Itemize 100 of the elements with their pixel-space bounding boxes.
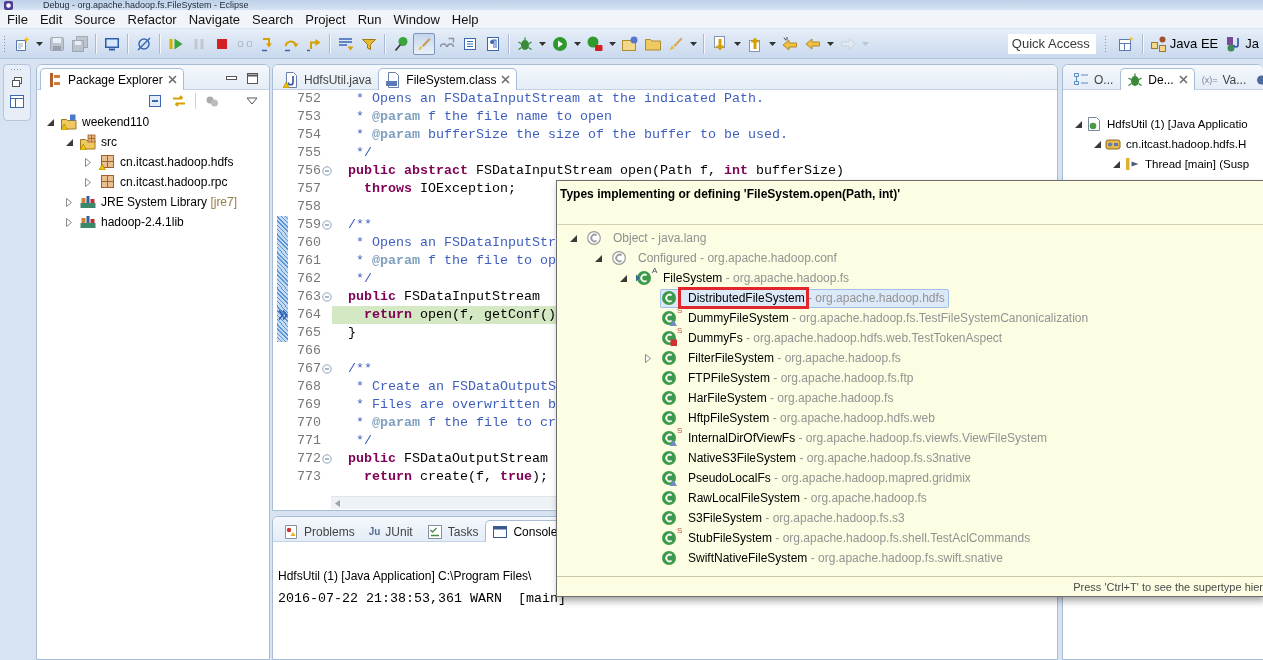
code-line: * @param f the file to op xyxy=(355,252,556,270)
collapse-all-icon[interactable] xyxy=(147,93,163,109)
menu-item[interactable]: Navigate xyxy=(182,10,246,28)
modifier-mark: S xyxy=(677,526,683,535)
view-tab[interactable]: Package Explorer xyxy=(40,68,184,90)
editor-tab[interactable]: FileSystem.class xyxy=(378,68,518,90)
tree-item[interactable]: FilterFileSystem - org.apache.hadoop.fs xyxy=(660,348,905,368)
expanded-arrow-icon[interactable] xyxy=(569,234,577,242)
menu-item[interactable]: Window xyxy=(387,10,446,28)
down-arrow-icon xyxy=(711,35,728,52)
menu-item[interactable]: Edit xyxy=(33,10,69,28)
menu-item[interactable]: Search xyxy=(246,10,300,28)
tree-item[interactable]: cn.itcast.hadoop.rpc xyxy=(98,172,232,192)
tree-item[interactable]: weekend110 xyxy=(60,112,154,132)
collapsed-arrow-icon[interactable] xyxy=(85,177,91,187)
close-icon[interactable] xyxy=(1178,75,1188,84)
line-number: 764 xyxy=(296,306,322,324)
caret-icon xyxy=(861,41,869,46)
save-all-icon xyxy=(71,35,88,52)
expanded-arrow-icon[interactable] xyxy=(1112,160,1120,168)
line-number: 760 xyxy=(296,234,322,252)
expanded-arrow-icon[interactable] xyxy=(1093,140,1101,148)
expanded-arrow-icon[interactable] xyxy=(65,138,73,146)
line-number: 768 xyxy=(296,378,322,396)
tree-item[interactable]: DistributedFileSystem - org.apache.hadoop.hdfs xyxy=(660,288,949,308)
caret-icon xyxy=(35,41,43,46)
tree-item[interactable]: JRE System Library [jre7] xyxy=(79,192,242,212)
tree-item[interactable]: PseudoLocalFs - org.apache.hadoop.mapred.gridmix xyxy=(660,468,975,488)
tree-item[interactable]: SwiftNativeFileSystem - org.apache.hadoop.fs.swift.snative xyxy=(660,548,1007,568)
perspective-button[interactable]: Ja xyxy=(1222,32,1263,55)
class-icon xyxy=(661,470,677,486)
tree-item[interactable]: HftpFileSystem - org.apache.hadoop.hdfs.web xyxy=(660,408,939,428)
tree-item[interactable]: HdfsUtil (1) [Java Applicatio xyxy=(1085,114,1252,134)
new-file-icon xyxy=(13,35,30,52)
tree-item[interactable]: S InternalDirOfViewFs - org.apache.hadoop.fs.viewfs.ViewFileSystem xyxy=(660,428,1052,448)
view-tab[interactable]: (x)= Va... xyxy=(1194,68,1254,90)
class-icon xyxy=(661,330,677,346)
restore-icon[interactable] xyxy=(11,76,23,88)
tree-item[interactable]: S3FileSystem - org.apache.hadoop.fs.s3 xyxy=(660,508,909,528)
tools-icon xyxy=(586,35,603,52)
line-number: 755 xyxy=(296,144,322,162)
class-icon xyxy=(636,270,652,286)
collapsed-arrow-icon[interactable] xyxy=(645,353,651,363)
view-tab[interactable]: Ju JUnit xyxy=(361,520,420,542)
tree-item[interactable]: src xyxy=(79,132,121,152)
tree-item[interactable]: cn.itcast.hadoop.hdfs xyxy=(98,152,238,172)
editor-tab[interactable]: HdfsUtil.java xyxy=(276,68,379,90)
tree-item[interactable]: Thread [main] (Susp xyxy=(1123,154,1254,174)
line-number: 757 xyxy=(296,180,322,198)
class-outline-icon xyxy=(586,230,602,246)
class-icon xyxy=(661,410,677,426)
menu-item[interactable]: Help xyxy=(445,10,485,28)
line-number: 759 xyxy=(296,216,322,234)
quick-access-field[interactable]: Quick Access xyxy=(1007,33,1096,54)
view-tab[interactable]: Problems xyxy=(276,520,362,542)
maximize-icon[interactable] xyxy=(246,72,259,84)
tree-item[interactable]: cn.itcast.hadoop.hdfs.H xyxy=(1104,134,1251,154)
expanded-arrow-icon[interactable] xyxy=(594,254,602,262)
class-icon xyxy=(661,370,677,386)
menu-item[interactable]: Run xyxy=(351,10,388,28)
highlight-button[interactable] xyxy=(412,32,435,55)
collapsed-arrow-icon[interactable] xyxy=(85,157,91,167)
menu-item[interactable]: Source xyxy=(68,10,122,28)
modifier-mark: S xyxy=(677,326,683,335)
panel-icon[interactable] xyxy=(9,93,25,109)
caret-icon xyxy=(573,41,581,46)
collapsed-arrow-icon[interactable] xyxy=(66,197,72,207)
tree-item[interactable]: HarFileSystem - org.apache.hadoop.fs xyxy=(660,388,898,408)
class-icon xyxy=(661,290,677,306)
expanded-arrow-icon[interactable] xyxy=(1074,120,1082,128)
tree-item[interactable]: hadoop-2.4.1lib xyxy=(79,212,188,232)
tree-item[interactable]: S StubFileSystem - org.apache.hadoop.fs.shell.TestAclCommands xyxy=(660,528,1035,548)
menu-item[interactable]: File xyxy=(1,10,34,28)
java-ee-icon xyxy=(1150,35,1167,52)
tree-item[interactable]: NativeS3FileSystem - org.apache.hadoop.fs.s3native xyxy=(660,448,975,468)
menu-item[interactable]: Project xyxy=(299,10,352,28)
tree-item[interactable]: S DummyFs - org.apache.hadoop.hdfs.web.TestTokenAspect xyxy=(660,328,1007,348)
caret-icon xyxy=(689,41,697,46)
view-tab[interactable]: Tasks xyxy=(419,520,486,542)
class-icon xyxy=(661,450,677,466)
up-arrow-icon xyxy=(746,35,763,52)
menu-item[interactable]: Refactor xyxy=(121,10,183,28)
expanded-arrow-icon[interactable] xyxy=(619,274,627,282)
collapsed-arrow-icon[interactable] xyxy=(66,217,72,227)
tree-item[interactable]: S DummyFileSystem - org.apache.hadoop.fs.TestFileSystemCanonicalization xyxy=(660,308,1093,328)
tree-item[interactable]: RawLocalFileSystem - org.apache.hadoop.fs xyxy=(660,488,931,508)
perspective-button[interactable]: Java EE xyxy=(1146,32,1223,55)
tree-item[interactable]: A FileSystem - org.apache.hadoop.fs xyxy=(635,268,854,288)
view-tab[interactable]: De... xyxy=(1120,68,1195,90)
close-icon[interactable] xyxy=(501,75,511,84)
close-icon[interactable] xyxy=(167,75,177,84)
code-line: */ xyxy=(355,144,373,162)
link-arrows-icon[interactable] xyxy=(171,93,187,109)
view-menu-icon[interactable] xyxy=(246,97,258,105)
code-line: public FSDataInputStream xyxy=(347,288,541,306)
bug-icon xyxy=(516,35,533,52)
tree-item[interactable]: FTPFileSystem - org.apache.hadoop.fs.ftp xyxy=(660,368,918,388)
view-tab[interactable]: O... xyxy=(1066,68,1121,90)
tab-glyph: Ju xyxy=(368,526,381,537)
expanded-arrow-icon[interactable] xyxy=(46,118,54,126)
